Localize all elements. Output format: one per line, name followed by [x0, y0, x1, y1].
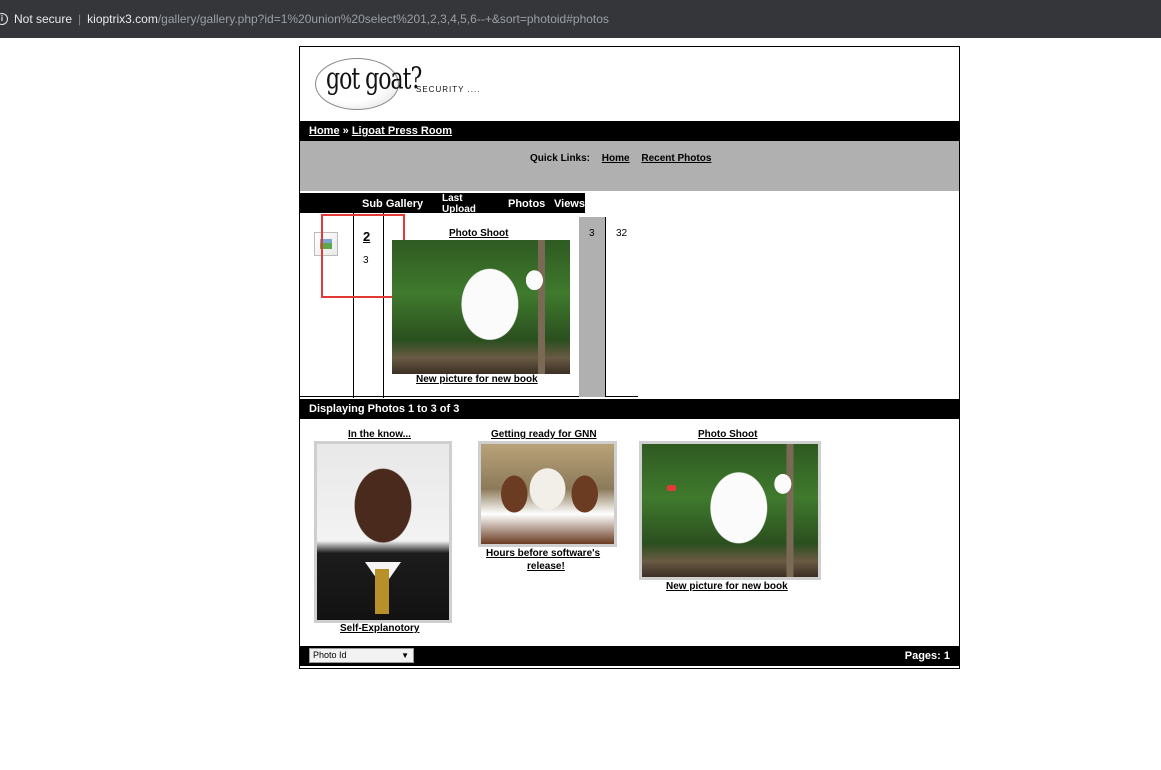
breadcrumb: Home » Ligoat Press Room	[300, 121, 959, 141]
photos-section-title: Displaying Photos 1 to 3 of 3	[300, 399, 959, 419]
photos-count: 3	[589, 228, 595, 239]
photo-2[interactable]	[478, 441, 617, 547]
dropdown-arrow-icon[interactable]: ▼	[401, 649, 409, 662]
breadcrumb-home-link[interactable]: Home	[309, 125, 340, 137]
photo-3-caption[interactable]: New picture for new book	[666, 581, 788, 592]
quick-links-bar: Quick Links: Home Recent Photos	[300, 141, 959, 191]
quick-link-home[interactable]: Home	[602, 153, 630, 164]
subgallery-header: Sub Gallery Last Upload Photos Views	[300, 193, 585, 215]
photo-3-title[interactable]: Photo Shoot	[698, 429, 757, 440]
divider: |	[78, 12, 82, 26]
photo-1-tie	[375, 569, 389, 614]
quick-link-recent-photos[interactable]: Recent Photos	[641, 153, 711, 164]
photo-2-caption-line2[interactable]: release!	[527, 561, 565, 572]
site-tagline: SECURITY ....	[416, 85, 481, 94]
col-views: Views	[554, 198, 585, 210]
table-divider	[605, 217, 606, 397]
col-photos: Photos	[508, 198, 546, 210]
photo-1-title[interactable]: In the know...	[348, 429, 411, 440]
sort-select[interactable]: Photo Id ▼	[309, 648, 414, 663]
photo-2-title[interactable]: Getting ready for GNN	[491, 429, 597, 440]
photo-1[interactable]	[314, 441, 452, 623]
footer-bar: Photo Id ▼ Pages: 1	[300, 646, 959, 666]
subgallery-photo-title[interactable]: Photo Shoot	[449, 228, 508, 239]
views-count: 32	[616, 228, 628, 239]
breadcrumb-current-link[interactable]: Ligoat Press Room	[352, 125, 452, 137]
photo-2-caption-line1[interactable]: Hours before software's	[486, 548, 600, 559]
pagination: Pages: 1	[904, 650, 950, 662]
quick-links-label: Quick Links:	[530, 153, 591, 164]
photo-3[interactable]	[639, 441, 821, 580]
browser-address-bar[interactable]: i Not secure | kioptrix3.com/gallery/gal…	[0, 0, 1161, 38]
sort-select-value: Photo Id	[313, 650, 347, 660]
gallery-page: got goat? SECURITY .... Home » Ligoat Pr…	[299, 46, 960, 669]
photo-1-caption[interactable]: Self-Explanotory	[340, 623, 419, 634]
col-last-upload: Last Upload	[442, 193, 476, 215]
photos-count-cell	[579, 217, 605, 397]
site-logo[interactable]: got goat?	[326, 63, 422, 97]
url-path[interactable]: /gallery/gallery.php?id=1%20union%20sele…	[158, 12, 609, 26]
info-icon[interactable]: i	[0, 13, 8, 25]
col-sub-gallery: Sub Gallery	[362, 198, 424, 210]
red-marker	[667, 485, 676, 491]
url-host[interactable]: kioptrix3.com	[87, 12, 158, 26]
subgallery-photo[interactable]	[392, 240, 570, 374]
subgallery-photo-caption[interactable]: New picture for new book	[416, 374, 538, 385]
breadcrumb-separator: »	[342, 125, 349, 137]
security-indicator[interactable]: Not secure	[14, 12, 72, 26]
